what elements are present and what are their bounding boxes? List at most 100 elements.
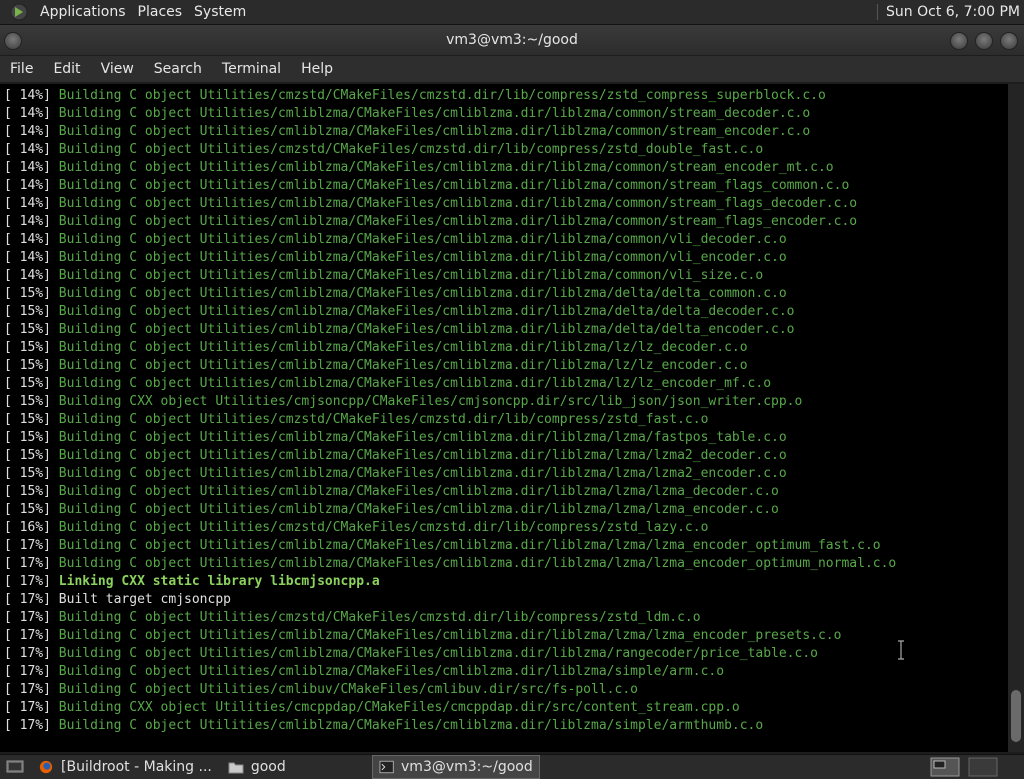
progress-percent: [ 17%] [4,574,51,589]
taskbar-item-label: vm3@vm3:~/good [401,759,533,775]
terminal-line: [ 16%] Building C object Utilities/cmzst… [4,519,708,537]
progress-percent: [ 14%] [4,268,51,283]
panel-separator [877,4,879,20]
progress-percent: [ 15%] [4,304,51,319]
terminal-line: [ 15%] Building C object Utilities/cmlib… [4,447,787,465]
terminal-line: [ 14%] Building C object Utilities/cmlib… [4,249,787,267]
taskbar-item-terminal[interactable]: vm3@vm3:~/good [371,755,540,779]
menu-help[interactable]: Help [291,56,343,82]
menu-file[interactable]: File [0,56,43,82]
progress-percent: [ 15%] [4,466,51,481]
progress-percent: [ 14%] [4,124,51,139]
progress-percent: [ 14%] [4,88,51,103]
progress-percent: [ 14%] [4,214,51,229]
build-message: Building C object Utilities/cmliblzma/CM… [58,538,881,553]
terminal-line: [ 15%] Building C object Utilities/cmlib… [4,465,787,483]
build-message: Built target cmjsoncpp [58,592,231,607]
build-message: Building C object Utilities/cmliblzma/CM… [58,448,787,463]
progress-percent: [ 14%] [4,196,51,211]
build-message: Building C object Utilities/cmliblzma/CM… [58,466,787,481]
minimize-icon[interactable] [950,32,968,50]
terminal-line: [ 14%] Building C object Utilities/cmzst… [4,87,826,105]
build-message: Building C object Utilities/cmzstd/CMake… [58,520,709,535]
progress-percent: [ 17%] [4,556,51,571]
progress-percent: [ 14%] [4,142,51,157]
terminal-menubar: File Edit View Search Terminal Help [0,56,1024,82]
panel-clock[interactable]: Sun Oct 6, 7:00 PM [886,4,1024,20]
terminal-line: [ 17%] Building C object Utilities/cmlib… [4,681,638,699]
build-message: Building C object Utilities/cmliblzma/CM… [58,196,858,211]
panel-menu-system[interactable]: System [188,0,252,24]
terminal-scrollbar[interactable] [1008,84,1024,752]
build-message: Building C object Utilities/cmliblzma/CM… [58,268,764,283]
terminal-line: [ 14%] Building C object Utilities/cmlib… [4,159,834,177]
taskbar-item-label: good [250,759,286,775]
menu-terminal[interactable]: Terminal [212,56,291,82]
progress-percent: [ 17%] [4,610,51,625]
taskbar-item-folder[interactable]: good [222,756,292,778]
bottom-taskbar: [Buildroot - Making ... good vm3@vm3:~/g… [0,754,1024,779]
maximize-icon[interactable] [975,32,993,50]
workspace-switcher-icon[interactable] [930,757,960,777]
progress-percent: [ 15%] [4,502,51,517]
terminal-line: [ 14%] Building C object Utilities/cmlib… [4,177,849,195]
taskbar-item-firefox[interactable]: [Buildroot - Making ... [32,756,218,778]
build-message: Building C object Utilities/cmliblzma/CM… [58,664,725,679]
build-message: Building C object Utilities/cmzstd/CMake… [58,88,826,103]
progress-percent: [ 17%] [4,664,51,679]
build-message: Building C object Utilities/cmliblzma/CM… [58,250,787,265]
menu-search[interactable]: Search [144,56,212,82]
menu-edit[interactable]: Edit [43,56,90,82]
window-titlebar[interactable]: vm3@vm3:~/good [0,25,1024,55]
build-message: Building C object Utilities/cmliblzma/CM… [58,646,818,661]
build-message: Building C object Utilities/cmlibuv/CMak… [58,682,638,697]
gnome-foot-icon[interactable] [10,3,28,21]
progress-percent: [ 14%] [4,106,51,121]
firefox-icon [39,760,53,774]
progress-percent: [ 17%] [4,682,51,697]
build-message: Building C object Utilities/cmliblzma/CM… [58,178,850,193]
terminal-icon [379,760,394,774]
workspace-2-icon[interactable] [968,757,998,777]
build-message: Building C object Utilities/cmliblzma/CM… [58,502,779,517]
terminal-line: [ 15%] Building C object Utilities/cmlib… [4,321,795,339]
terminal-line: [ 14%] Building C object Utilities/cmlib… [4,213,857,231]
terminal-line: [ 17%] Built target cmjsoncpp [4,591,231,609]
progress-percent: [ 17%] [4,538,51,553]
progress-percent: [ 15%] [4,340,51,355]
terminal-line: [ 15%] Building C object Utilities/cmlib… [4,303,795,321]
terminal-line: [ 17%] Building C object Utilities/cmlib… [4,627,841,645]
terminal-line: [ 15%] Building C object Utilities/cmlib… [4,483,779,501]
build-message: Building C object Utilities/cmzstd/CMake… [58,412,709,427]
terminal-line: [ 17%] Building C object Utilities/cmzst… [4,609,701,627]
terminal-line: [ 17%] Building CXX object Utilities/cmc… [4,699,740,717]
progress-percent: [ 15%] [4,286,51,301]
folder-icon [228,762,244,774]
panel-menu-places[interactable]: Places [132,0,189,24]
build-message: Building C object Utilities/cmliblzma/CM… [58,484,779,499]
terminal-line: [ 15%] Building CXX object Utilities/cmj… [4,393,802,411]
build-message: Building C object Utilities/cmliblzma/CM… [58,286,787,301]
terminal-line: [ 17%] Building C object Utilities/cmlib… [4,717,763,735]
close-icon[interactable] [1000,32,1018,50]
progress-percent: [ 15%] [4,484,51,499]
build-message: Building C object Utilities/cmliblzma/CM… [58,376,772,391]
build-message: Building C object Utilities/cmliblzma/CM… [58,124,811,139]
menu-view[interactable]: View [91,56,144,82]
terminal-line: [ 15%] Building C object Utilities/cmzst… [4,411,708,429]
progress-percent: [ 17%] [4,592,51,607]
terminal-line: [ 15%] Building C object Utilities/cmlib… [4,429,787,447]
show-desktop-icon[interactable] [6,759,24,775]
terminal-line: [ 15%] Building C object Utilities/cmlib… [4,357,748,375]
progress-percent: [ 17%] [4,718,51,733]
build-message: Building C object Utilities/cmzstd/CMake… [58,610,701,625]
progress-percent: [ 17%] [4,700,51,715]
progress-percent: [ 15%] [4,322,51,337]
window-menu-icon[interactable] [4,32,22,50]
scrollbar-thumb[interactable] [1011,690,1021,742]
terminal-output[interactable]: [ 14%] Building C object Utilities/cmzst… [0,84,1008,752]
progress-percent: [ 15%] [4,358,51,373]
panel-menu-applications[interactable]: Applications [34,0,132,24]
progress-percent: [ 15%] [4,394,51,409]
taskbar-item-label: [Buildroot - Making ... [61,759,212,775]
